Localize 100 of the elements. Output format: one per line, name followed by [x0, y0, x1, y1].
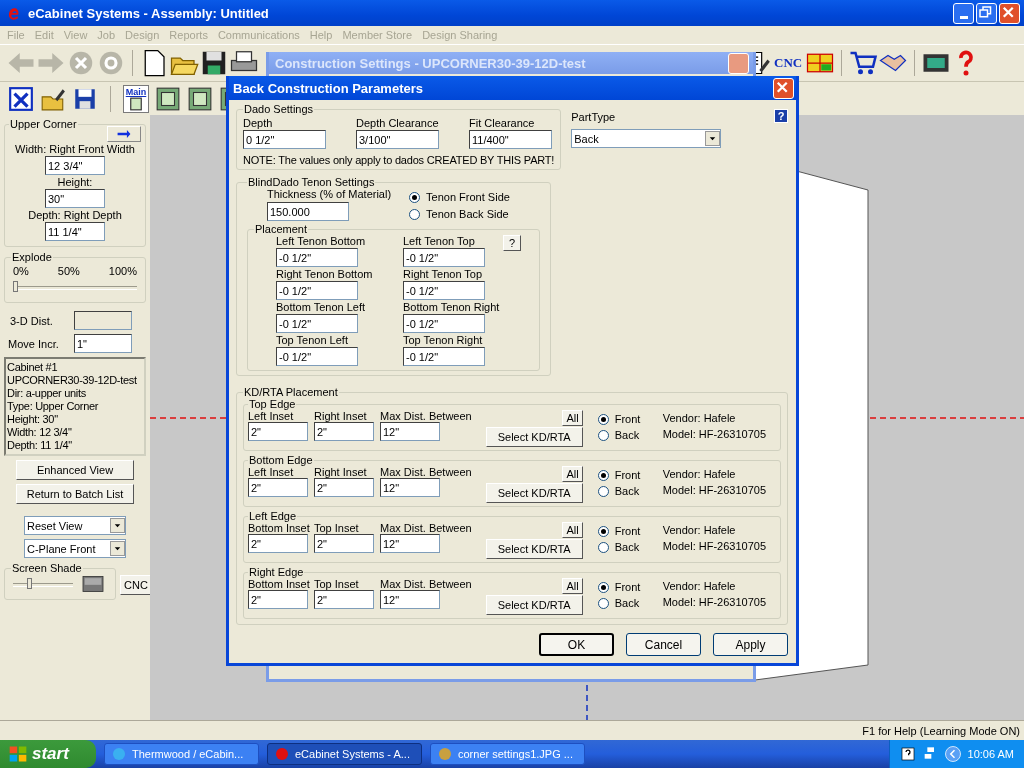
vendor-text: Vendor: Hafele [662, 580, 737, 592]
field-label: Left Inset [248, 410, 295, 422]
group-title: Top Edge [248, 398, 297, 410]
input-field[interactable]: 150.000 [267, 202, 349, 221]
dialog-button[interactable]: Apply [713, 633, 788, 656]
input-field[interactable]: 12" [380, 478, 440, 497]
radio-button[interactable] [597, 541, 609, 553]
cabinet-icon [128, 97, 144, 111]
radio-label: Front [614, 469, 641, 481]
input-field[interactable]: 2" [248, 534, 308, 553]
group-title: Right Edge [248, 566, 305, 578]
next-button[interactable] [107, 126, 141, 142]
select-kd-rta-button[interactable]: Select KD/RTA [485, 427, 583, 447]
radio-button[interactable] [597, 581, 609, 593]
input-field[interactable]: 30" [45, 189, 105, 208]
radio-label: Back [614, 429, 640, 441]
input-field[interactable]: -0 1/2" [276, 281, 358, 300]
radio-button[interactable] [597, 469, 609, 481]
select-kd-rta-button[interactable]: Select KD/RTA [485, 595, 583, 615]
input-field[interactable]: -0 1/2" [276, 248, 358, 267]
input-field[interactable]: 2" [248, 478, 308, 497]
radio-button[interactable] [409, 208, 421, 220]
input-field[interactable]: 2" [314, 590, 374, 609]
select-kd-rta-button[interactable]: Select KD/RTA [485, 483, 583, 503]
dialog-button[interactable]: OK [539, 633, 614, 656]
input-field[interactable]: -0 1/2" [403, 281, 485, 300]
model-text: Model: HF-26310705 [662, 484, 767, 496]
part-type-dropdown[interactable]: Back [571, 129, 722, 148]
field-label: Height: [57, 176, 93, 188]
restore-button[interactable] [976, 2, 997, 24]
cabinet-icon[interactable] [187, 86, 213, 112]
minimize-button[interactable] [953, 2, 974, 24]
all-button[interactable]: All [562, 410, 583, 426]
cnc-button[interactable]: CNC [120, 575, 152, 595]
dropdown[interactable]: Reset View [24, 516, 126, 535]
field-label: Depth Clearance [356, 117, 439, 129]
shade-swatch-icon[interactable] [81, 574, 105, 594]
window-close-icon[interactable] [8, 86, 34, 112]
input-field[interactable]: -0 1/2" [403, 248, 485, 267]
radio-label: Front [614, 581, 641, 593]
vendor-text: Vendor: Hafele [662, 412, 737, 424]
explode-slider[interactable] [13, 281, 137, 293]
taskbar-button[interactable]: eCabinet Systems - A... [267, 743, 422, 765]
model-text: Model: HF-26310705 [662, 428, 767, 440]
slider-thumb[interactable] [26, 578, 32, 589]
start-button[interactable]: start [0, 740, 96, 768]
input-field[interactable]: -0 1/2" [403, 314, 485, 333]
left-chevron-icon[interactable] [943, 745, 962, 763]
cnc-tool[interactable]: CNC [771, 55, 806, 71]
input-field[interactable]: 11 1/4" [45, 222, 105, 241]
main-view-tool[interactable]: Main [123, 85, 149, 113]
radio-button[interactable] [409, 191, 421, 203]
field-label: Right Tenon Top [403, 268, 484, 280]
input-field[interactable]: 2" [314, 422, 374, 441]
dropdown[interactable]: C-Plane Front [24, 539, 126, 558]
input-field[interactable]: 12" [380, 422, 440, 441]
dialog-button[interactable]: Cancel [626, 633, 701, 656]
input-field[interactable]: 2" [248, 422, 308, 441]
close-button[interactable] [773, 77, 794, 99]
taskbar-button[interactable]: corner settings1.JPG ... [430, 743, 585, 765]
input-field[interactable]: 11/400" [469, 130, 552, 149]
input-field[interactable]: 12 3/4" [45, 156, 105, 175]
select-kd-rta-button[interactable]: Select KD/RTA [485, 539, 583, 559]
help-icon[interactable] [899, 746, 916, 762]
input-field[interactable]: -0 1/2" [276, 314, 358, 333]
all-button[interactable]: All [562, 522, 583, 538]
field-label: Bottom Tenon Right [403, 301, 501, 313]
all-button[interactable]: All [562, 578, 583, 594]
field-label: Bottom Tenon Left [276, 301, 367, 313]
input-field[interactable]: 2" [314, 534, 374, 553]
radio-button[interactable] [597, 429, 609, 441]
shade-slider[interactable] [13, 578, 73, 590]
input-field[interactable]: 12" [380, 590, 440, 609]
radio-button[interactable] [597, 413, 609, 425]
input-field[interactable]: 3/100" [356, 130, 439, 149]
radio-button[interactable] [597, 485, 609, 497]
field-label: Move Incr. [8, 337, 60, 350]
field-label: Top Inset [314, 522, 360, 534]
panel-button[interactable]: Return to Batch List [16, 484, 134, 504]
help-button[interactable]: ? [774, 109, 788, 123]
radio-button[interactable] [597, 597, 609, 609]
slider-thumb[interactable] [13, 281, 18, 292]
radio-button[interactable] [597, 525, 609, 537]
radio-label: Tenon Back Side [426, 208, 509, 220]
field-label: Top Tenon Right [403, 334, 484, 346]
save-icon[interactable] [72, 86, 98, 112]
input-field[interactable]: 2" [314, 478, 374, 497]
input-field[interactable]: 12" [380, 534, 440, 553]
taskbar-button[interactable]: Thermwood / eCabin... [104, 743, 259, 765]
input-field[interactable]: 1" [74, 334, 132, 353]
all-button[interactable]: All [562, 466, 583, 482]
radio-label: Front [614, 525, 641, 537]
help-button[interactable]: ? [503, 235, 521, 251]
panel-button[interactable]: Enhanced View [16, 460, 134, 480]
input-field[interactable]: 0 1/2" [243, 130, 326, 149]
cabinet-icon[interactable] [155, 86, 181, 112]
input-field[interactable]: -0 1/2" [403, 347, 485, 366]
input-field[interactable]: -0 1/2" [276, 347, 358, 366]
close-button[interactable] [999, 2, 1020, 24]
input-field[interactable]: 2" [248, 590, 308, 609]
